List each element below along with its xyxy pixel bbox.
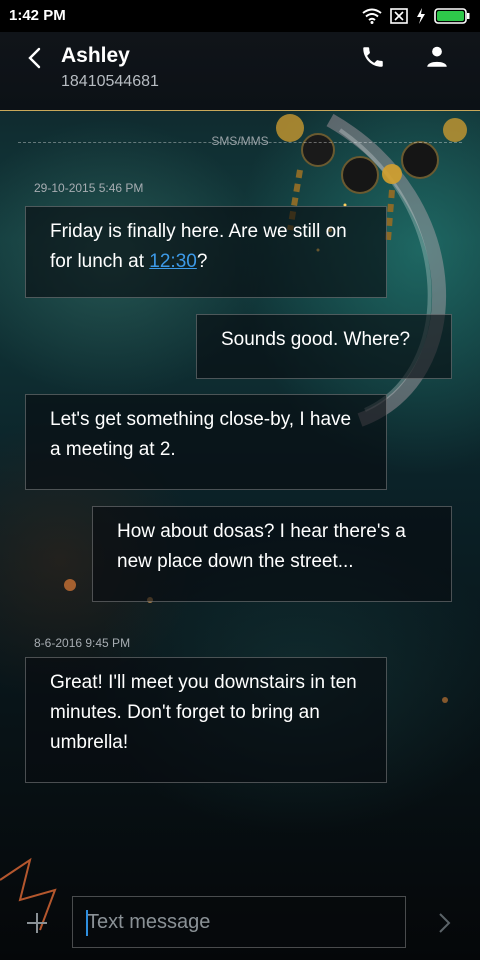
message-text: How about dosas? I hear there's a new pl…	[117, 521, 406, 572]
contact-number: 18410544681	[61, 73, 159, 90]
message-bubble-incoming[interactable]: Let's get something close-by, I have a m…	[25, 394, 387, 490]
status-icons	[362, 6, 470, 26]
message-bubble-outgoing[interactable]: How about dosas? I hear there's a new pl…	[92, 506, 452, 602]
charging-icon	[417, 8, 425, 24]
no-sim-icon	[390, 8, 408, 24]
status-time: 1:42 PM	[9, 7, 66, 24]
channel-label: SMS/MMS	[211, 134, 269, 148]
message-timestamp: 8-6-2016 9:45 PM	[34, 636, 131, 650]
message-text-suffix: ?	[196, 251, 208, 272]
message-text: Great! I'll meet you downstairs in ten m…	[50, 672, 357, 753]
conversation-header: Ashley 18410544681	[0, 32, 480, 111]
message-text: Sounds good. Where?	[221, 329, 411, 350]
time-link[interactable]: 12:30	[149, 251, 197, 272]
person-icon[interactable]	[424, 44, 450, 70]
channel-divider: SMS/MMS	[18, 134, 462, 150]
message-bubble-incoming[interactable]: Great! I'll meet you downstairs in ten m…	[25, 657, 387, 783]
back-icon[interactable]	[22, 44, 50, 72]
text-caret	[86, 910, 88, 936]
text-message-input[interactable]	[72, 896, 406, 948]
wifi-icon	[362, 8, 382, 24]
send-chevron-icon[interactable]	[432, 910, 456, 936]
message-text: Let's get something close-by, I have a m…	[50, 409, 352, 460]
contact-name: Ashley	[61, 44, 130, 67]
phone-icon[interactable]	[360, 44, 386, 70]
battery-icon	[434, 8, 470, 24]
message-bubble-incoming[interactable]: Friday is finally here. Are we still on …	[25, 206, 387, 298]
message-timestamp: 29-10-2015 5:46 PM	[34, 181, 144, 195]
plus-icon[interactable]	[24, 910, 50, 936]
status-bar: 1:42 PM	[0, 0, 480, 32]
message-bubble-outgoing[interactable]: Sounds good. Where?	[196, 314, 452, 379]
